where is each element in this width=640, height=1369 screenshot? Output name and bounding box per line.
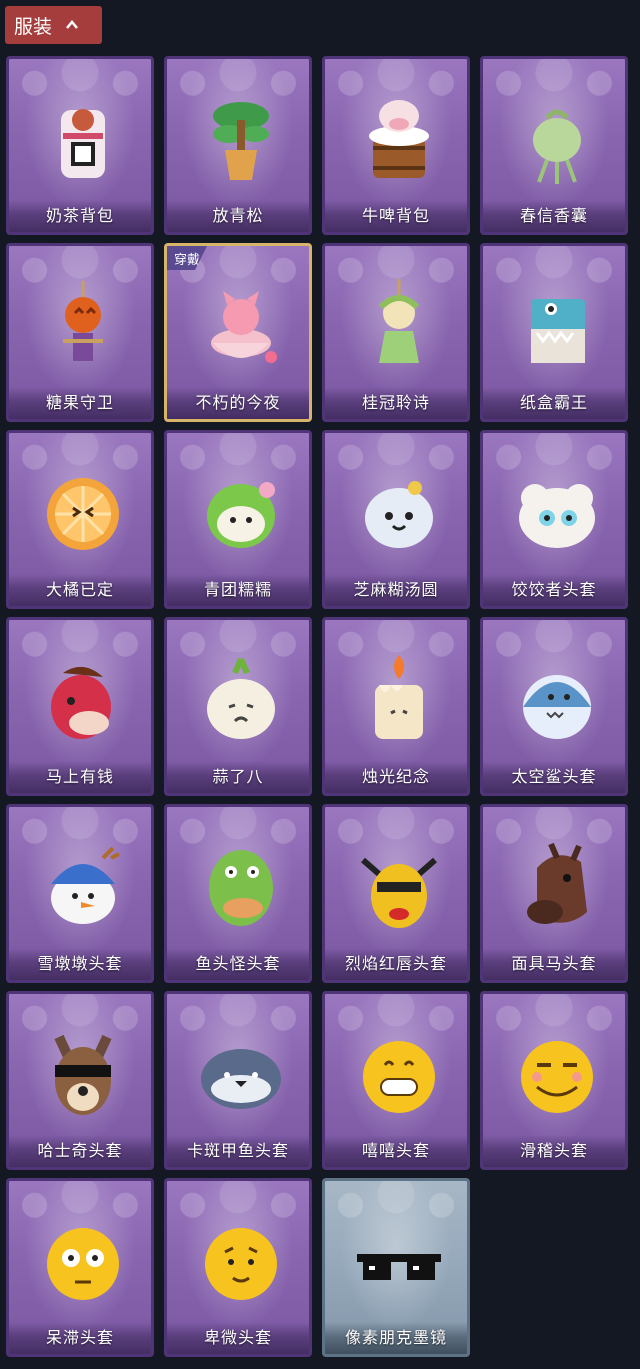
outfit-card[interactable]: 牛啤背包 [322, 56, 470, 235]
outfit-card[interactable]: 糖果守卫 [6, 243, 154, 422]
outfit-card[interactable]: 嘻嘻头套 [322, 991, 470, 1170]
outfit-card[interactable]: 像素朋克墨镜 [322, 1178, 470, 1357]
dumpling-head-icon [507, 459, 607, 569]
humble-emoji-head-icon [191, 1207, 291, 1317]
cow-beer-backpack-icon [349, 85, 449, 195]
outfit-card[interactable]: 纸盒霸王 [480, 243, 628, 422]
outfit-name: 蒜了八 [212, 767, 264, 786]
outfit-name: 烛光纪念 [361, 767, 430, 786]
candle-head-icon [349, 646, 449, 756]
outfit-name: 牛啤背包 [361, 206, 430, 225]
outfit-card[interactable]: 饺饺者头套 [480, 430, 628, 609]
outfit-name: 滑稽头套 [519, 1141, 588, 1160]
orange-slice-head-icon [33, 459, 133, 569]
outfit-name: 马上有钱 [45, 767, 114, 786]
snowman-head-icon [33, 833, 133, 943]
outfit-card[interactable]: 哈士奇头套 [6, 991, 154, 1170]
outfit-name: 雪墩墩头套 [37, 954, 123, 973]
red-horse-head-icon [33, 646, 133, 756]
outfit-card[interactable]: 春信香囊 [480, 56, 628, 235]
section-title: 服装 [14, 15, 53, 38]
outfit-name: 桂冠聆诗 [361, 393, 430, 412]
grin-emoji-head-icon [349, 1020, 449, 1130]
shark-head-icon [507, 646, 607, 756]
outfit-card[interactable]: 烛光纪念 [322, 617, 470, 796]
outfit-name: 春信香囊 [519, 206, 588, 225]
outfit-card[interactable]: 奶茶背包 [6, 56, 154, 235]
outfit-name: 嘻嘻头套 [361, 1141, 430, 1160]
outfit-card[interactable]: 大橘已定 [6, 430, 154, 609]
pine-tree-icon [191, 85, 291, 195]
outfit-card[interactable]: 鱼头怪头套 [164, 804, 312, 983]
turtle-head-icon [191, 1020, 291, 1130]
stunned-emoji-head-icon [33, 1207, 133, 1317]
outfit-card[interactable]: 面具马头套 [480, 804, 628, 983]
outfit-name: 面具马头套 [511, 954, 597, 973]
outfit-name: 哈士奇头套 [37, 1141, 123, 1160]
husky-head-icon [33, 1020, 133, 1130]
outfit-name: 呆滞头套 [45, 1328, 114, 1347]
outfit-card[interactable]: 烈焰红唇头套 [322, 804, 470, 983]
outfit-name: 糖果守卫 [45, 393, 114, 412]
pink-fox-bowl-icon [191, 272, 291, 382]
pumpkin-scarecrow-icon [33, 272, 133, 382]
outfit-card[interactable]: 芝麻糊汤圆 [322, 430, 470, 609]
sachet-icon [507, 85, 607, 195]
laurel-doll-icon [349, 272, 449, 382]
fish-head-icon [191, 833, 291, 943]
outfit-card[interactable]: 滑稽头套 [480, 991, 628, 1170]
outfit-section-header[interactable]: 服装 [5, 6, 102, 44]
outfit-name: 太空鲨头套 [511, 767, 597, 786]
smirk-emoji-head-icon [507, 1020, 607, 1130]
outfit-card[interactable]: 呆滞头套 [6, 1178, 154, 1357]
milk-tea-backpack-icon [33, 85, 133, 195]
chevron-up-icon [66, 20, 78, 29]
cardboard-dino-icon [507, 272, 607, 382]
outfit-card[interactable]: 蒜了八 [164, 617, 312, 796]
outfit-name: 像素朋克墨镜 [344, 1328, 447, 1347]
outfit-name: 青团糯糯 [203, 580, 272, 599]
outfit-name: 纸盒霸王 [519, 393, 588, 412]
outfit-card[interactable]: 太空鲨头套 [480, 617, 628, 796]
outfit-card[interactable]: 雪墩墩头套 [6, 804, 154, 983]
outfit-card[interactable]: 桂冠聆诗 [322, 243, 470, 422]
outfit-card[interactable]: 卡斑甲鱼头套 [164, 991, 312, 1170]
outfit-name: 奶茶背包 [45, 206, 114, 225]
outfit-name: 卡斑甲鱼头套 [186, 1141, 289, 1160]
garlic-head-icon [191, 646, 291, 756]
outfit-name: 不朽的今夜 [195, 393, 281, 412]
horse-mask-icon [507, 833, 607, 943]
outfit-card[interactable]: 卑微头套 [164, 1178, 312, 1357]
outfit-name: 大橘已定 [45, 580, 114, 599]
outfit-name: 饺饺者头套 [511, 580, 597, 599]
outfit-name: 放青松 [212, 206, 264, 225]
green-dumpling-head-icon [191, 459, 291, 569]
yellow-mask-head-icon [349, 833, 449, 943]
outfit-name: 卑微头套 [203, 1328, 272, 1347]
outfit-name: 芝麻糊汤圆 [353, 580, 439, 599]
outfit-card[interactable]: 不朽的今夜 穿戴 [164, 243, 312, 422]
outfit-name: 烈焰红唇头套 [344, 954, 447, 973]
pixel-sunglasses-icon [349, 1207, 449, 1317]
outfit-card[interactable]: 放青松 [164, 56, 312, 235]
outfit-grid: 奶茶背包 放青松 牛啤背包 春信香囊糖果守卫 不朽的今夜 穿戴桂冠聆诗 纸盒霸王大橘已定 青团… [6, 56, 628, 1357]
outfit-card[interactable]: 马上有钱 [6, 617, 154, 796]
outfit-card[interactable]: 青团糯糯 [164, 430, 312, 609]
rice-ball-head-icon [349, 459, 449, 569]
outfit-name: 鱼头怪头套 [195, 954, 281, 973]
